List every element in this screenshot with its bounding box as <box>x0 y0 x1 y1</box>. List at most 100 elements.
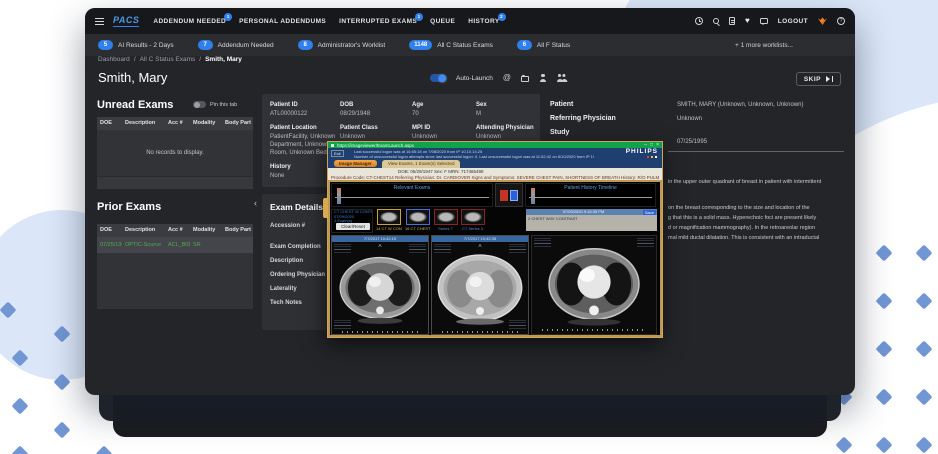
group-icon[interactable] <box>557 74 568 82</box>
chip-count: 1148 <box>409 40 433 50</box>
chat-icon[interactable] <box>759 18 768 25</box>
referring-physician-value: Unknown <box>677 116 703 122</box>
worklist-chip-ai-results[interactable]: 5 AI Results - 2 Days <box>98 40 174 50</box>
menu-item-personal-addendums[interactable]: PERSONAL ADDENDUMS <box>239 18 326 25</box>
app-logo: PACS <box>113 15 140 27</box>
patient-id-value: ATL00000122 <box>270 111 308 117</box>
image-viewer-popup: https://imageviewer/ExamLaunch.aspx – □ … <box>323 141 663 338</box>
series-thumbnail-strip: 14 CT W CONTRAST 16 CT CHEST Series 7 CT… <box>376 209 485 231</box>
menu-item-queue[interactable]: QUEUE <box>430 18 455 25</box>
auto-launch-toggle[interactable] <box>430 74 446 82</box>
scale-ruler <box>442 331 518 333</box>
annotation-text <box>434 244 451 253</box>
blue-marker <box>510 189 518 201</box>
timeline-axis <box>529 197 652 198</box>
notes-timestamp: 07/09/2020 9:18:35 PM <box>562 209 605 214</box>
view-exams-tab[interactable]: View Exams, 1 Exam(s) Selected <box>382 160 461 168</box>
mpi-id-value: Unknown <box>412 134 438 140</box>
folder-icon[interactable] <box>521 75 529 82</box>
annotation-text <box>637 238 654 247</box>
divider <box>668 151 844 152</box>
header-tools: Auto-Launch @ <box>430 74 568 82</box>
dob-label: DOB <box>340 102 354 108</box>
relevant-exams-panel[interactable]: Relevant Exams <box>331 183 493 207</box>
exit-button[interactable]: Exit <box>331 150 344 157</box>
window-title: https://imageviewer/ExamLaunch.aspx <box>337 142 415 148</box>
menu-badge: 2 <box>497 12 506 21</box>
series-thumbnail[interactable]: 16 CT CHEST <box>405 209 431 231</box>
notes-panel: 07/09/2020 9:18:35 PM Save 2 CHEST W/IV … <box>526 209 657 231</box>
worklist-chip-all-c-status[interactable]: 1148 All C Status Exams <box>409 40 493 50</box>
person-icon[interactable] <box>539 74 547 82</box>
menu-item-history[interactable]: HISTORY 2 <box>468 12 506 25</box>
fox-icon[interactable] <box>818 17 827 25</box>
heart-icon[interactable]: ♥ <box>745 17 750 25</box>
skip-next-icon <box>826 76 833 82</box>
procedure-line: Procedure Code: CT-CHEST14 Referring Phy… <box>331 174 659 180</box>
main-menu: ADDENDUM NEEDED 1 PERSONAL ADDENDUMS INT… <box>153 12 506 25</box>
body-figure-icon <box>337 188 341 204</box>
logout-button[interactable]: LOGOUT <box>778 18 808 25</box>
report-text-line: d or magnification mammography). In the … <box>668 225 816 231</box>
prior-exam-row[interactable]: 07/25/1995 OPTIC-Source ACL_B08001 SR <box>97 237 253 253</box>
study-label: Study <box>550 129 570 136</box>
window-icon <box>331 143 334 147</box>
unread-exams-title: Unread Exams <box>97 99 174 111</box>
prior-exams-table: DOE Description Acc # Modality Body Part… <box>97 224 253 309</box>
document-icon[interactable] <box>729 17 736 25</box>
series-thumbnail[interactable]: Series 7 <box>433 209 458 231</box>
patient-name-title: Smith, Mary <box>98 70 168 85</box>
annotation-text <box>534 238 551 247</box>
report-text-line: in the upper outer quadrant of breast in… <box>668 179 822 185</box>
worklist-chip-administrators-worklist[interactable]: 8 Administrator's Worklist <box>297 40 385 50</box>
skip-button[interactable]: SKIP <box>795 72 841 86</box>
worklist-chip-all-f-status[interactable]: 6 All F Status <box>516 40 570 50</box>
thumbnail-image <box>405 209 430 225</box>
annotation-text <box>409 244 426 253</box>
menu-item-interrupted-exams[interactable]: INTERRUPTED EXAMS 1 <box>339 12 424 25</box>
pin-tab-toggle[interactable] <box>193 101 206 108</box>
breadcrumb-worklist[interactable]: All C Status Exams <box>140 56 196 63</box>
annotation-text <box>334 320 351 329</box>
series-thumbnail[interactable]: 14 CT W CONTRAST <box>376 209 402 231</box>
auto-launch-label: Auto-Launch <box>456 74 493 82</box>
mpi-id-label: MPI ID <box>412 125 431 131</box>
logon-info: Last successful logon was at 16:55:18 on… <box>354 149 594 159</box>
viewer-header: Exit Last successful logon was at 16:55:… <box>328 148 662 159</box>
worklist-chip-addendum-needed[interactable]: 7 Addendum Needed <box>197 40 274 50</box>
help-icon[interactable]: ? <box>837 17 845 25</box>
clear-reset-button[interactable]: Clear/Reset <box>336 223 370 230</box>
mention-icon[interactable]: @ <box>503 74 511 82</box>
yellow-icon <box>650 155 653 158</box>
more-worklists-link[interactable]: + 1 more worklists... <box>735 42 793 49</box>
annotation-text <box>509 320 526 329</box>
hamburger-menu-icon[interactable] <box>95 17 104 25</box>
table-footer <box>97 176 253 189</box>
patient-history-timeline-panel[interactable]: Patient History Timeline <box>525 183 656 207</box>
thumbnail-image <box>460 209 485 225</box>
series-thumbnail[interactable]: CT Series 3 <box>460 209 485 231</box>
chip-count: 5 <box>98 40 113 50</box>
body-figure-icon <box>531 188 535 204</box>
sex-label: Sex <box>476 102 487 108</box>
attending-label: Attending Physician <box>476 125 534 131</box>
ct-axial-image <box>339 256 421 324</box>
clock-icon[interactable] <box>695 17 704 25</box>
search-icon[interactable] <box>713 18 720 24</box>
ct-viewport-1[interactable]: 7/7/2017 10:42:15 A <box>331 235 429 335</box>
red-icon <box>646 155 649 158</box>
worklist-chip-bar: 5 AI Results - 2 Days 7 Addendum Needed … <box>85 34 855 56</box>
referring-physician-label: Referring Physician <box>550 115 616 122</box>
image-manager-button[interactable]: Image Manager <box>334 159 377 167</box>
collapse-panel-icon[interactable]: ‹ <box>254 198 257 208</box>
thumbnail-image <box>433 209 458 225</box>
save-button[interactable]: Save <box>642 209 656 215</box>
menu-item-addendum-needed[interactable]: ADDENDUM NEEDED 1 <box>153 12 233 25</box>
timeline-axis <box>335 197 489 198</box>
philips-logo: PHILIPS <box>625 148 658 155</box>
ct-viewport-2[interactable]: 7/7/2017 10:42:35 A <box>431 235 529 335</box>
ct-viewport-3[interactable] <box>531 235 657 335</box>
notes-text: 2 CHEST W/IV CONTRAST <box>528 216 578 221</box>
breadcrumb-dashboard[interactable]: Dashboard <box>98 56 130 63</box>
ct-axial-image <box>437 254 523 325</box>
